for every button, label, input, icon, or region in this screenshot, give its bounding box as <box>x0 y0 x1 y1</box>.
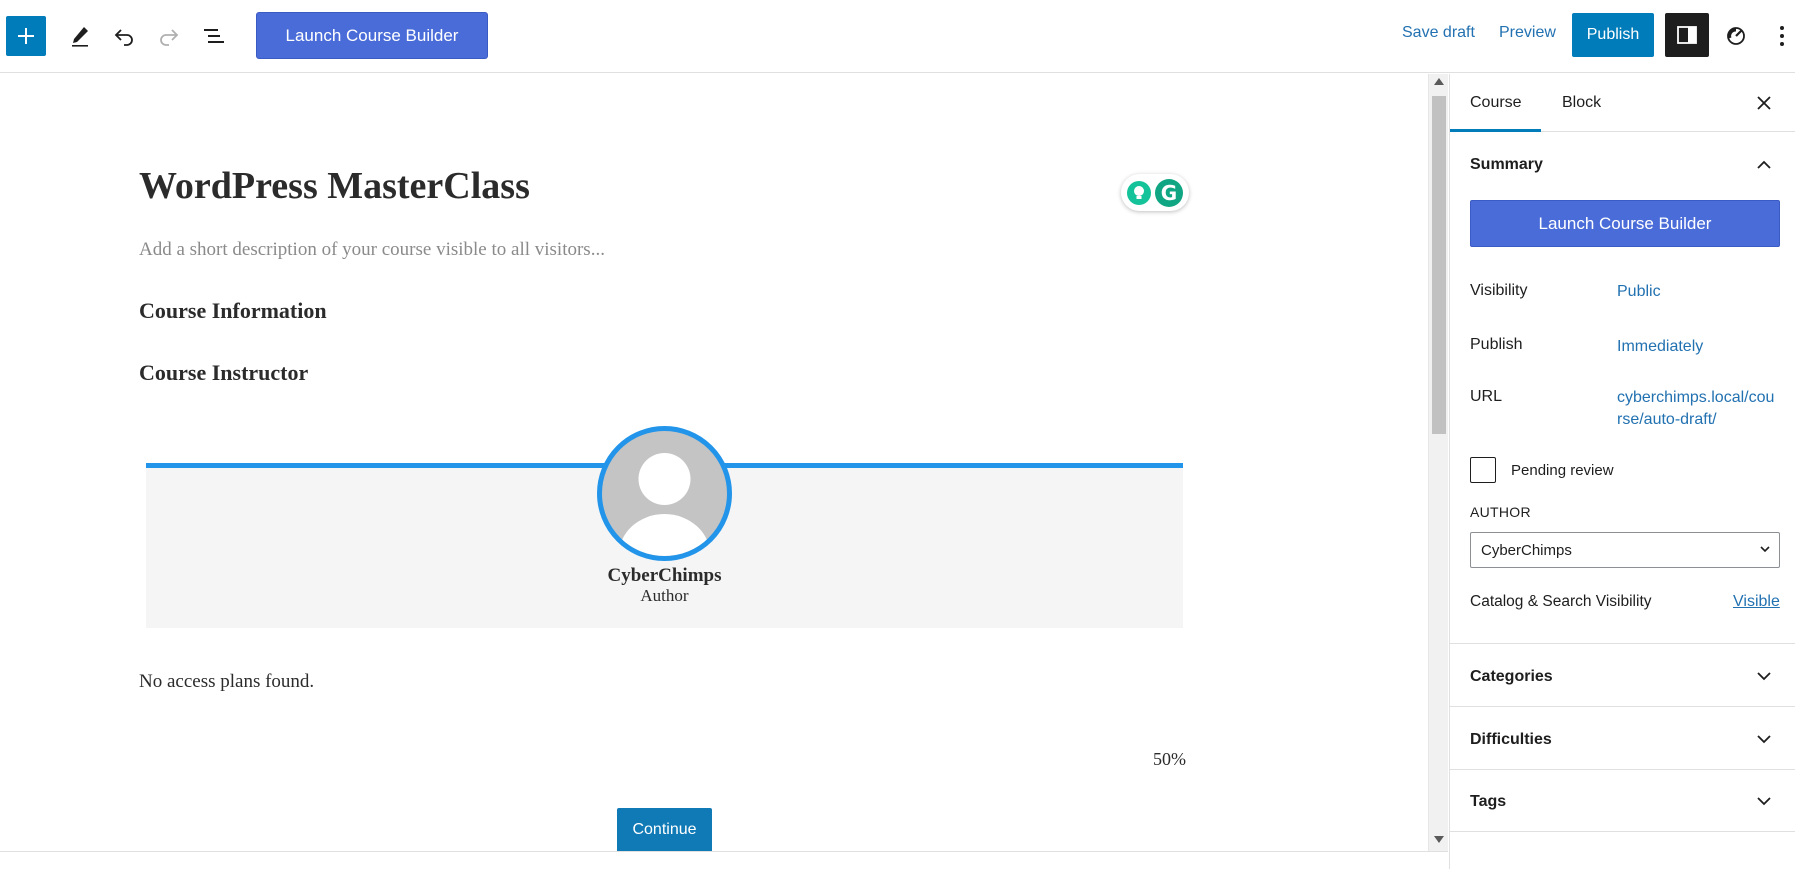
chevron-down-icon[interactable] <box>1756 668 1772 684</box>
panel-divider <box>1450 706 1795 707</box>
instructor-avatar <box>597 426 732 561</box>
redo-button[interactable] <box>151 18 187 54</box>
lightbulb-icon <box>1127 180 1151 205</box>
categories-panel-title[interactable]: Categories <box>1470 668 1553 686</box>
publish-date-link[interactable]: Immediately <box>1617 336 1703 358</box>
grammarly-logo-icon: G <box>1155 178 1183 207</box>
tab-course[interactable]: Course <box>1470 94 1522 112</box>
pending-review-label[interactable]: Pending review <box>1511 462 1614 479</box>
difficulties-panel-title[interactable]: Difficulties <box>1470 731 1552 749</box>
undo-icon <box>114 29 133 46</box>
editor-canvas: WordPress MasterClass G Add a short desc… <box>0 74 1428 852</box>
publish-button[interactable]: Publish <box>1572 13 1654 57</box>
settings-sidebar: Course Block Summary Launch Course Build… <box>1449 74 1795 869</box>
course-information-heading: Course Information <box>139 298 327 323</box>
instructor-name: CyberChimps <box>607 565 722 586</box>
course-instructor-heading: Course Instructor <box>139 360 309 385</box>
launch-course-builder-button[interactable]: Launch Course Builder <box>256 12 488 59</box>
publish-label: Publish <box>1470 336 1523 353</box>
more-options-button[interactable] <box>1768 18 1795 54</box>
redo-icon <box>160 29 179 46</box>
tools-button[interactable] <box>62 18 98 54</box>
performance-icon <box>1727 27 1745 45</box>
performance-button[interactable] <box>1718 18 1754 54</box>
grammarly-widget[interactable]: G <box>1121 174 1189 211</box>
chevron-up-icon[interactable] <box>1756 156 1772 172</box>
close-sidebar-button[interactable] <box>1753 92 1775 114</box>
close-icon <box>1757 96 1771 110</box>
summary-panel-title[interactable]: Summary <box>1470 156 1543 174</box>
plus-icon <box>18 28 34 44</box>
panel-divider <box>1450 831 1795 832</box>
chevron-down-icon[interactable] <box>1756 793 1772 809</box>
visibility-label: Visibility <box>1470 282 1528 299</box>
continue-button[interactable]: Continue <box>617 808 712 852</box>
vertical-ellipsis-icon <box>1779 26 1784 46</box>
course-description-input[interactable]: Add a short description of your course v… <box>139 239 605 261</box>
settings-button[interactable] <box>1665 13 1709 57</box>
scrollbar-thumb[interactable] <box>1432 96 1446 434</box>
sidebar-launch-course-builder-button[interactable]: Launch Course Builder <box>1470 200 1780 247</box>
instructor-role: Author <box>640 586 689 605</box>
sidebar-toggle-icon <box>1677 26 1697 44</box>
author-selected-value: CyberChimps <box>1481 541 1572 559</box>
undo-button[interactable] <box>106 18 142 54</box>
visibility-value-link[interactable]: Public <box>1617 281 1661 303</box>
tags-panel-title[interactable]: Tags <box>1470 793 1506 811</box>
post-title[interactable]: WordPress MasterClass <box>139 164 530 208</box>
active-tab-indicator <box>1450 129 1541 132</box>
sidebar-tabs: Course Block <box>1450 74 1795 132</box>
author-label: AUTHOR <box>1470 504 1531 520</box>
url-label: URL <box>1470 388 1503 405</box>
list-view-icon <box>204 29 224 43</box>
editor-toolbar: Launch Course Builder Save draft Preview… <box>0 0 1795 73</box>
canvas-scrollbar[interactable] <box>1428 74 1448 852</box>
catalog-visibility-label: Catalog & Search Visibility <box>1470 593 1652 610</box>
pending-review-checkbox[interactable] <box>1470 457 1496 483</box>
scroll-up-arrow-icon[interactable] <box>1434 78 1444 85</box>
panel-divider <box>1450 769 1795 770</box>
add-block-button[interactable] <box>6 16 46 56</box>
progress-percentage: 50% <box>1153 749 1186 769</box>
pencil-icon <box>72 27 88 47</box>
no-access-plans-text: No access plans found. <box>139 671 315 692</box>
author-select[interactable]: CyberChimps <box>1470 532 1780 568</box>
tab-block[interactable]: Block <box>1562 94 1601 112</box>
preview-button[interactable]: Preview <box>1499 24 1556 42</box>
panel-divider <box>1450 643 1795 644</box>
chevron-down-icon <box>1760 546 1770 553</box>
catalog-visibility-link[interactable]: Visible <box>1733 593 1780 611</box>
url-value-link[interactable]: cyberchimps.local/course/auto-draft/ <box>1617 387 1777 431</box>
document-overview-button[interactable] <box>196 18 232 54</box>
save-draft-button[interactable]: Save draft <box>1402 24 1475 42</box>
user-silhouette-icon <box>618 453 711 556</box>
scroll-down-arrow-icon[interactable] <box>1434 836 1444 843</box>
footer-divider <box>0 851 1448 852</box>
chevron-down-icon[interactable] <box>1756 731 1772 747</box>
